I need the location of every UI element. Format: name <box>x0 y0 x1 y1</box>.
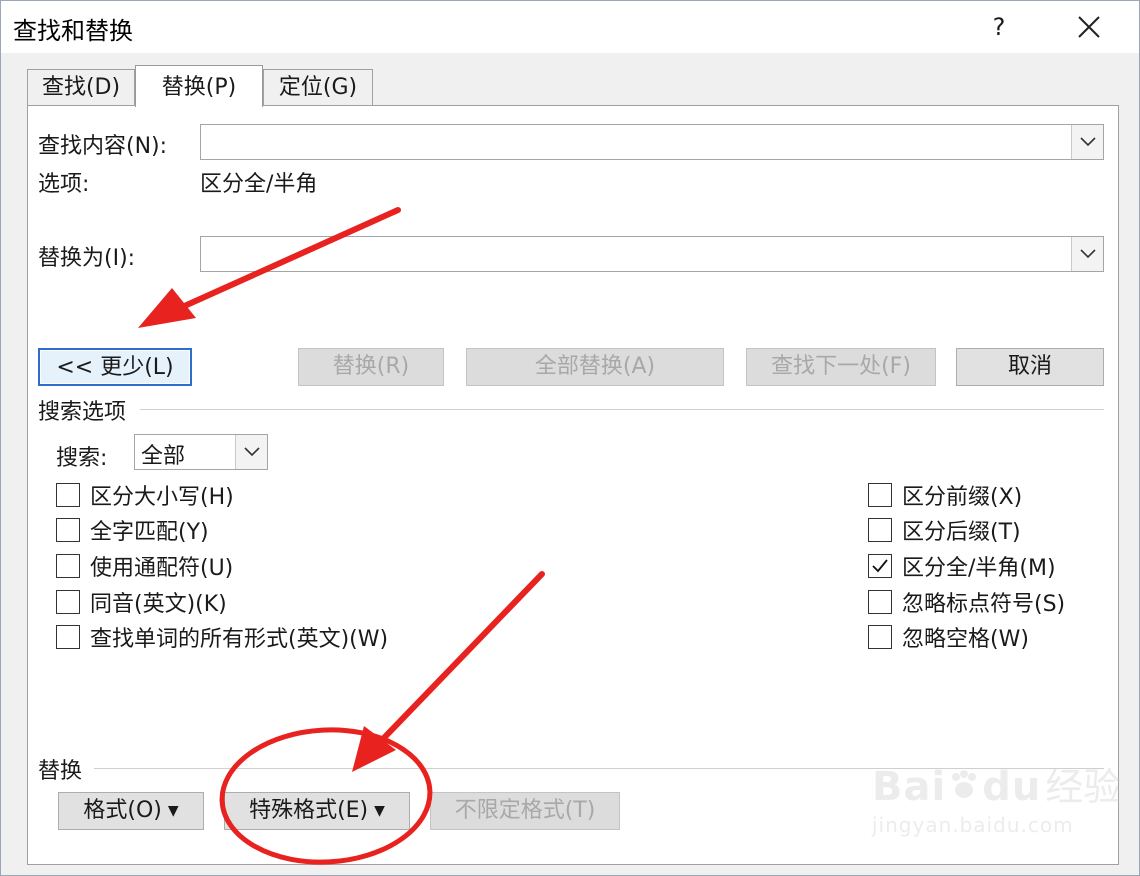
sounds-like-label: 同音(英文)(K) <box>90 592 227 617</box>
wildcards-option[interactable]: 使用通配符(U) <box>56 551 233 581</box>
title-bar: 查找和替换 ? <box>1 1 1139 53</box>
match-prefix-option[interactable]: 区分前缀(X) <box>868 480 1022 510</box>
find-next-button[interactable]: 查找下一处(F) <box>746 348 936 386</box>
wildcards-label: 使用通配符(U) <box>90 556 234 581</box>
chevron-down-icon <box>1080 249 1096 259</box>
ignore-whitespace-label: 忽略空格(W) <box>902 627 1029 652</box>
replace-all-button[interactable]: 全部替换(A) <box>466 348 724 386</box>
ignore-whitespace-option[interactable]: 忽略空格(W) <box>868 622 1029 652</box>
close-button[interactable] <box>1065 7 1113 47</box>
whole-word-option[interactable]: 全字匹配(Y) <box>56 515 209 545</box>
find-what-label: 查找内容(N): <box>38 134 168 159</box>
watermark-cn: 经验 <box>1045 765 1122 809</box>
match-suffix-checkbox[interactable] <box>868 518 892 542</box>
ignore-punctuation-label: 忽略标点符号(S) <box>902 592 1066 617</box>
match-case-label: 区分大小写(H) <box>90 485 234 510</box>
ignore-punctuation-option[interactable]: 忽略标点符号(S) <box>868 587 1065 617</box>
baidu-jingyan-watermark: Bai du 经验 jingyan.baidu.com <box>872 756 1121 837</box>
chevron-down-icon <box>1080 137 1096 147</box>
watermark-brand: Bai <box>872 764 947 810</box>
find-what-input[interactable] <box>200 124 1104 160</box>
dialog-title: 查找和替换 <box>13 17 133 45</box>
sounds-like-option[interactable]: 同音(英文)(K) <box>56 587 227 617</box>
whole-word-label: 全字匹配(Y) <box>90 520 209 545</box>
ignore-punctuation-checkbox[interactable] <box>868 590 892 614</box>
dropdown-arrow-icon: ▼ <box>167 803 179 819</box>
search-options-divider <box>140 409 1104 410</box>
match-suffix-label: 区分后缀(T) <box>902 520 1021 545</box>
match-case-option[interactable]: 区分大小写(H) <box>56 480 234 510</box>
find-history-dropdown[interactable] <box>1071 125 1103 159</box>
options-value: 区分全/半角 <box>200 172 318 197</box>
replace-button[interactable]: 替换(R) <box>298 348 444 386</box>
match-prefix-label: 区分前缀(X) <box>902 485 1023 510</box>
help-button[interactable]: ? <box>979 7 1019 47</box>
all-word-forms-option[interactable]: 查找单词的所有形式(英文)(W) <box>56 622 388 652</box>
wildcards-checkbox[interactable] <box>56 554 80 578</box>
match-case-checkbox[interactable] <box>56 483 80 507</box>
replace-tab-panel: 查找内容(N): 选项: 区分全/半角 替换为(I): << 更少(L) 替换(… <box>27 105 1119 865</box>
sounds-like-checkbox[interactable] <box>56 590 80 614</box>
replace-with-label: 替换为(I): <box>38 246 136 271</box>
match-suffix-option[interactable]: 区分后缀(T) <box>868 515 1021 545</box>
find-replace-dialog: 查找和替换 ? 查找(D) 替换(P) 定位(G) 查找内容(N): 选项: 区… <box>0 0 1140 876</box>
watermark-brand-2: du <box>982 764 1042 810</box>
options-label: 选项: <box>38 172 90 197</box>
replace-with-input[interactable] <box>200 236 1104 272</box>
special-format-button[interactable]: 特殊格式(E) ▼ <box>224 792 410 830</box>
all-word-forms-label: 查找单词的所有形式(英文)(W) <box>90 627 389 652</box>
no-formatting-button[interactable]: 不限定格式(T) <box>430 792 620 830</box>
match-width-label: 区分全/半角(M) <box>902 556 1056 581</box>
search-direction-value: 全部 <box>141 444 186 469</box>
format-button[interactable]: 格式(O) ▼ <box>58 792 204 830</box>
less-button[interactable]: << 更少(L) <box>38 348 192 386</box>
chevron-down-icon <box>244 447 260 457</box>
search-options-heading: 搜索选项 <box>38 400 127 425</box>
dropdown-arrow-icon: ▼ <box>374 803 385 819</box>
replace-history-dropdown[interactable] <box>1071 237 1103 271</box>
cancel-button[interactable]: 取消 <box>956 348 1104 386</box>
watermark-url: jingyan.baidu.com <box>872 813 1074 837</box>
whole-word-checkbox[interactable] <box>56 518 80 542</box>
format-button-label: 格式(O) <box>83 798 162 823</box>
match-prefix-checkbox[interactable] <box>868 483 892 507</box>
special-format-button-label: 特殊格式(E) <box>249 798 369 823</box>
search-direction-dropdown[interactable] <box>235 435 267 469</box>
tab-find[interactable]: 查找(D) <box>27 69 135 105</box>
match-width-option[interactable]: 区分全/半角(M) <box>868 551 1056 581</box>
search-direction-label: 搜索: <box>56 446 108 471</box>
paw-icon <box>952 770 977 798</box>
search-direction-select[interactable]: 全部 <box>134 434 268 470</box>
tab-replace[interactable]: 替换(P) <box>135 65 263 107</box>
close-icon <box>1078 16 1100 38</box>
all-word-forms-checkbox[interactable] <box>56 625 80 649</box>
replace-section-heading: 替换 <box>38 759 83 784</box>
match-width-checkbox[interactable] <box>868 554 892 578</box>
checkmark-icon <box>872 559 888 573</box>
tab-goto[interactable]: 定位(G) <box>263 69 373 105</box>
ignore-whitespace-checkbox[interactable] <box>868 625 892 649</box>
